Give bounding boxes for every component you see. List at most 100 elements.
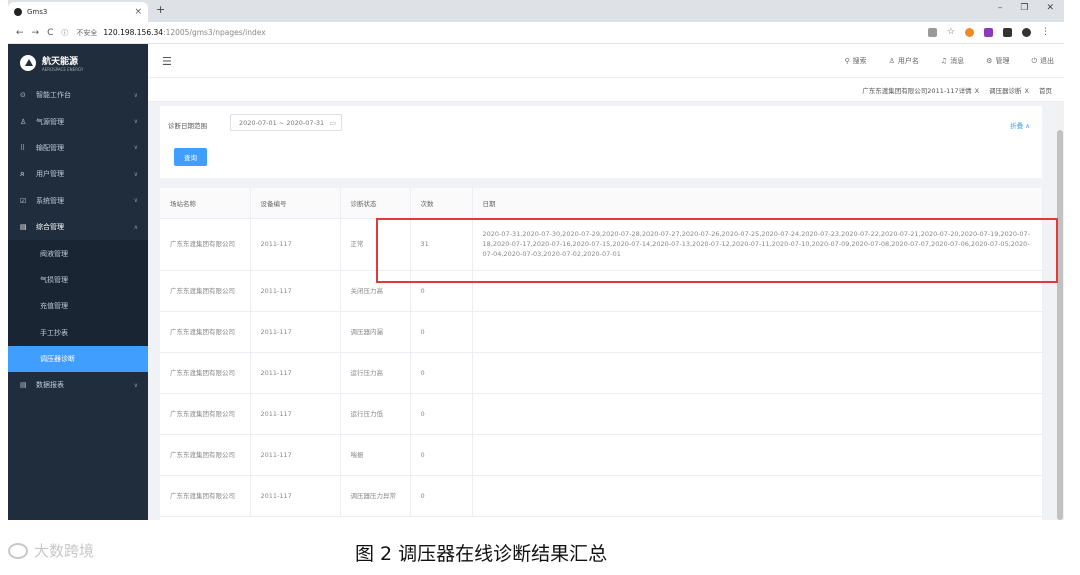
star-icon[interactable]: ☆ xyxy=(947,27,955,37)
cell-status: 正常 xyxy=(340,218,411,271)
sidebar-subitem-recharge[interactable]: 充值管理 xyxy=(8,293,148,320)
reload-icon[interactable]: C xyxy=(47,28,53,38)
sidebar: 航天能源 AEROSPACE ENERGY ⊙ 智能工作台 ∨ ♙ 气源管理 ∨ ⠿ 输配管… xyxy=(8,44,148,520)
extension-orange-icon[interactable] xyxy=(965,27,974,37)
browser-tab[interactable]: Gms3 × xyxy=(8,2,148,22)
sidebar-subitem-gas-loss[interactable]: 气损管理 xyxy=(8,266,148,294)
sidebar-item-gas-source[interactable]: ♙ 气源管理 ∨ xyxy=(8,108,148,134)
hamburger-icon[interactable]: ☰ xyxy=(162,55,172,68)
tab-close-icon[interactable]: × xyxy=(134,7,142,17)
date-range-picker[interactable]: 2020-07-01 ~ 2020-07-31 ▭ xyxy=(230,114,342,131)
sidebar-item-distribution[interactable]: ⠿ 输配管理 ∨ xyxy=(8,135,148,161)
workbench-icon: ⊙ xyxy=(20,91,26,100)
sidebar-subitem-valve[interactable]: 阀液管理 xyxy=(8,240,148,267)
sidebar-item-label: 输配管理 xyxy=(36,143,64,152)
page-scrollbar[interactable] xyxy=(1056,102,1064,520)
manage-button[interactable]: ⚙ 管理 xyxy=(986,56,1009,66)
puzzle-icon[interactable] xyxy=(1003,27,1012,37)
scrollbar-thumb[interactable] xyxy=(1057,130,1063,520)
sidebar-item-integrated[interactable]: ▤ 综合管理 ∧ xyxy=(8,214,148,240)
logout-label: 退出 xyxy=(1040,57,1054,65)
close-window-icon[interactable]: ✕ xyxy=(1046,3,1054,13)
chevron-down-icon: ∨ xyxy=(133,144,138,152)
window-controls: – ❐ ✕ xyxy=(998,3,1054,13)
col-header-count: 次数 xyxy=(410,188,473,219)
date-range-value: 2020-07-01 ~ 2020-07-31 xyxy=(239,118,325,127)
logout-icon: ⏻ xyxy=(1031,57,1037,65)
cell-device: 2011-117 xyxy=(250,434,341,476)
cell-count: 0 xyxy=(410,434,473,476)
search-button[interactable]: ⚲ 搜索 xyxy=(844,56,866,66)
cell-count: 31 xyxy=(410,218,473,271)
sidebar-subitem-regulator-diagnosis[interactable]: 调压器诊断 xyxy=(8,345,148,373)
new-tab-button[interactable]: + xyxy=(156,3,165,16)
cell-dates: 2020-07-31,2020-07-30,2020-07-29,2020-07… xyxy=(472,218,1043,271)
sidebar-subitem-manual-reading[interactable]: 手工抄表 xyxy=(8,319,148,346)
table-row: 广东东渡集团有限公司 2011-117 喘振 0 xyxy=(160,434,1043,476)
cell-status: 喘振 xyxy=(340,434,411,476)
cell-count: 0 xyxy=(410,352,473,394)
extension-purple-icon[interactable] xyxy=(984,27,993,37)
collapse-button[interactable]: 折叠 ∧ xyxy=(1010,120,1030,130)
close-icon[interactable]: X xyxy=(1025,87,1029,95)
messages-button[interactable]: ♫ 消息 xyxy=(941,56,964,66)
cell-device: 2011-117 xyxy=(250,270,341,312)
logout-button[interactable]: ⏻ 退出 xyxy=(1031,56,1054,66)
sidebar-item-users[interactable]: ᴙ 用户管理 ∨ xyxy=(8,161,148,187)
cell-dates xyxy=(472,352,1043,394)
watermark: 大数跨境 xyxy=(8,540,94,561)
browser-tabbar: Gms3 × + – ❐ ✕ xyxy=(8,0,1064,22)
cell-device: 2011-117 xyxy=(250,311,341,353)
table-row: 广东东渡集团有限公司 2011-117 调压器内漏 0 xyxy=(160,311,1043,353)
distribution-icon: ⠿ xyxy=(20,143,26,152)
url-host: 120.198.156.34 xyxy=(103,28,164,37)
cell-device: 2011-117 xyxy=(250,352,341,394)
cell-station: 广东东渡集团有限公司 xyxy=(160,218,251,271)
col-header-station: 场站名称 xyxy=(160,188,251,219)
search-icon: ⚲ xyxy=(844,57,850,65)
cell-count: 0 xyxy=(410,270,473,312)
chevron-down-icon: ∨ xyxy=(133,197,138,205)
maximize-icon[interactable]: ❐ xyxy=(1020,3,1028,13)
cell-device: 2011-117 xyxy=(250,393,341,435)
table-row: 广东东渡集团有限公司 2011-117 运行压力高 0 xyxy=(160,352,1043,394)
back-icon[interactable]: ← xyxy=(16,28,24,38)
query-button[interactable]: 查询 xyxy=(174,148,207,166)
sidebar-item-reports[interactable]: ▤ 数据报表 ∨ xyxy=(8,372,148,398)
profile-icon[interactable] xyxy=(1022,27,1031,37)
gear-icon: ⚙ xyxy=(986,57,993,65)
cell-device: 2011-117 xyxy=(250,218,341,271)
logo: 航天能源 AEROSPACE ENERGY xyxy=(8,44,148,82)
info-icon[interactable]: ⓘ xyxy=(61,28,68,38)
cell-station: 广东东渡集团有限公司 xyxy=(160,311,251,353)
sidebar-item-label: 智能工作台 xyxy=(36,91,71,100)
system-icon: ☑ xyxy=(20,196,27,205)
tag-home[interactable]: 首页 xyxy=(1039,85,1052,95)
main-content: 诊断日期范围 2020-07-01 ~ 2020-07-31 ▭ 查询 折叠 ∧… xyxy=(148,102,1054,520)
cell-device: 2011-117 xyxy=(250,475,341,517)
minimize-icon[interactable]: – xyxy=(998,3,1003,13)
sidebar-item-workbench[interactable]: ⊙ 智能工作台 ∨ xyxy=(8,82,148,108)
cell-dates xyxy=(472,434,1043,476)
cell-status: 关闭压力高 xyxy=(340,270,411,312)
cell-dates xyxy=(472,270,1043,312)
bell-icon: ♫ xyxy=(940,57,948,65)
integrated-icon: ▤ xyxy=(20,223,27,232)
tag-label: 广东东渡集团有限公司2011-117详情 xyxy=(862,87,972,95)
forward-icon[interactable]: → xyxy=(32,28,40,38)
menu-kebab-icon[interactable]: ⋮ xyxy=(1041,27,1050,37)
figure-caption: 图 2 调压器在线诊断结果汇总 xyxy=(355,543,608,565)
tag-regulator-diagnosis[interactable]: 调压器诊断 X xyxy=(989,85,1029,95)
translate-icon[interactable] xyxy=(927,27,937,37)
sidebar-item-system[interactable]: ☑ 系统管理 ∨ xyxy=(8,188,148,214)
cell-status: 调压器压力异常 xyxy=(340,475,411,517)
tag-station-detail[interactable]: 广东东渡集团有限公司2011-117详情 X xyxy=(862,85,979,95)
user-button[interactable]: ♙ 用户名 xyxy=(889,56,919,66)
close-icon[interactable]: X xyxy=(975,87,979,95)
search-label: 搜索 xyxy=(852,57,867,65)
table-row: 广东东渡集团有限公司 2011-117 运行压力低 0 xyxy=(160,393,1043,435)
url-field[interactable]: 120.198.156.34:12005/gms3/npages/index xyxy=(103,28,265,37)
header-actions: ⚲ 搜索 ♙ 用户名 ♫ 消息 ⚙ 管理 ⏻ 退出 xyxy=(844,56,1054,66)
screenshot: Gms3 × + – ❐ ✕ ← → C ⓘ 不安全 120.198.156.3… xyxy=(8,0,1064,520)
cell-dates xyxy=(472,475,1043,517)
